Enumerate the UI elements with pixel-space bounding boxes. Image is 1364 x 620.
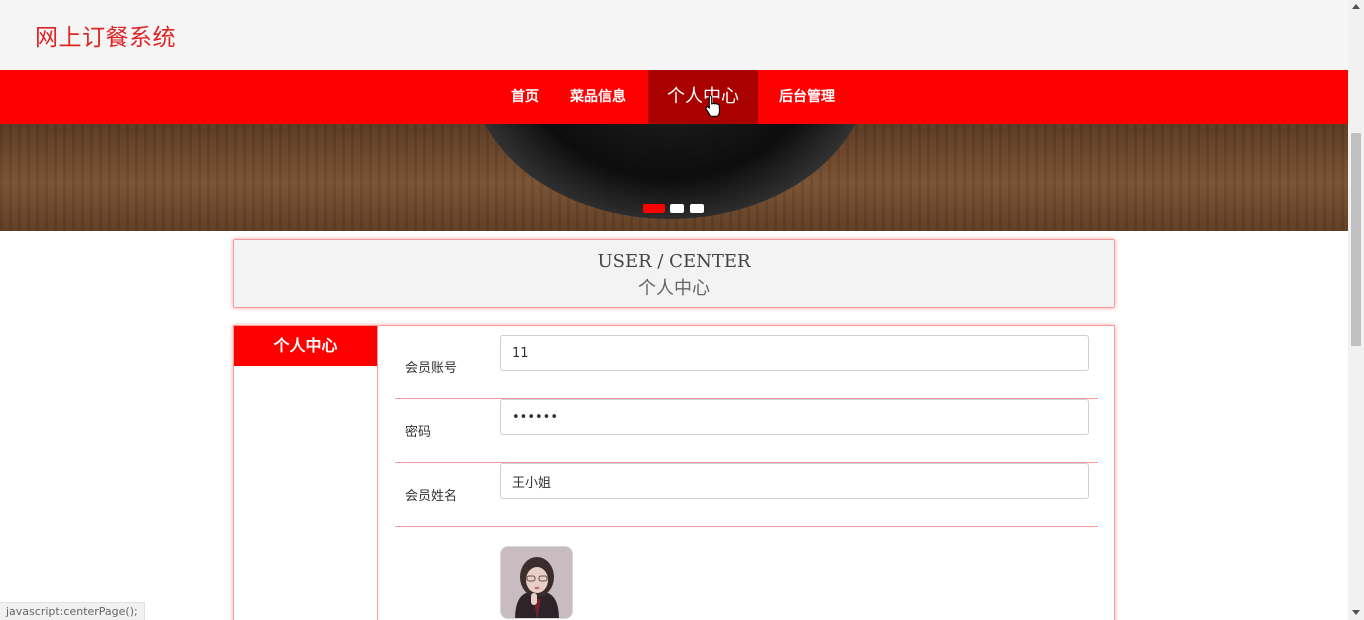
- account-input[interactable]: [500, 335, 1089, 371]
- scroll-thumb[interactable]: [1351, 133, 1361, 346]
- hand-cursor-icon: [705, 94, 721, 117]
- name-label: 会员姓名: [405, 489, 458, 504]
- form-row-password: 密码: [395, 399, 1098, 463]
- page-title-box: USER / CENTER 个人中心: [233, 239, 1115, 308]
- form-row-name: 会员姓名: [395, 463, 1098, 527]
- nav-item-dishes[interactable]: 菜品信息: [560, 70, 636, 124]
- password-input[interactable]: [500, 399, 1089, 435]
- page-title-cn: 个人中心: [638, 278, 710, 299]
- page: 网上订餐系统 首页 菜品信息 个人中心 后台管理 USER / CENTER 个…: [0, 0, 1364, 620]
- scroll-up-icon[interactable]: [1352, 4, 1360, 9]
- nav-item-user-center[interactable]: 个人中心: [648, 70, 758, 124]
- password-label: 密码: [405, 425, 432, 440]
- hero-banner: [0, 124, 1348, 231]
- name-input[interactable]: [500, 463, 1089, 499]
- user-center-panel: 个人中心 会员账号 密码 会员姓名: [233, 325, 1115, 620]
- account-label: 会员账号: [405, 361, 458, 376]
- avatar[interactable]: [500, 546, 573, 619]
- form-row-account: 会员账号: [395, 335, 1098, 399]
- carousel-dot-1[interactable]: [643, 204, 665, 213]
- site-title[interactable]: 网上订餐系统: [35, 18, 176, 52]
- carousel-dot-2[interactable]: [670, 204, 684, 213]
- page-title-en: USER / CENTER: [597, 251, 751, 272]
- browser-status-bar: javascript:centerPage();: [0, 602, 145, 620]
- sidebar: 个人中心: [234, 326, 378, 620]
- main-nav: 首页 菜品信息 个人中心 后台管理: [0, 70, 1348, 124]
- top-header: 网上订餐系统: [0, 0, 1348, 70]
- nav-item-home[interactable]: 首页: [500, 70, 550, 124]
- carousel-dot-3[interactable]: [690, 204, 704, 213]
- scroll-down-icon[interactable]: [1352, 610, 1360, 615]
- user-photo-icon: [501, 547, 572, 618]
- nav-item-admin[interactable]: 后台管理: [768, 70, 846, 124]
- page-scrollbar[interactable]: [1348, 0, 1364, 620]
- sidebar-item-user-center[interactable]: 个人中心: [234, 326, 377, 366]
